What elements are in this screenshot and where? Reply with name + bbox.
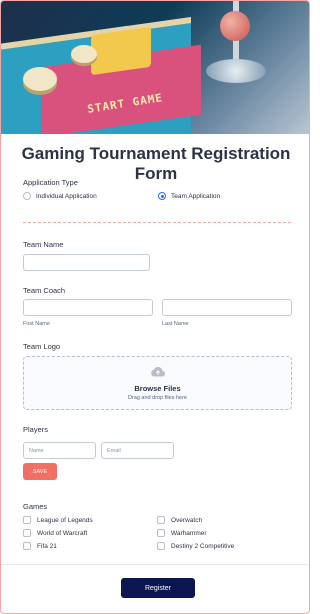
checkbox[interactable] — [23, 529, 31, 537]
coach-last-name-input[interactable] — [162, 299, 292, 316]
save-button[interactable]: SAVE — [23, 463, 57, 480]
checkbox-label: Warhammer — [171, 529, 207, 537]
radio-label: Team Application — [171, 192, 221, 200]
first-name-sublabel: First Name — [23, 321, 50, 327]
checkbox-label: Overwatch — [171, 516, 203, 524]
checkbox[interactable] — [23, 542, 31, 550]
checkbox[interactable] — [157, 542, 165, 550]
section-divider — [23, 222, 291, 223]
checkbox-warhammer[interactable]: Warhammer — [157, 529, 207, 537]
header-image: START GAME — [1, 1, 309, 134]
joystick-base — [206, 59, 266, 83]
radio-label: Individual Application — [36, 192, 97, 200]
checkbox-world-of-warcraft[interactable]: World of Warcraft — [23, 529, 87, 537]
checkbox-league-of-legends[interactable]: League of Legends — [23, 516, 93, 524]
application-type-label: Application Type — [23, 178, 78, 187]
player-name-input[interactable]: Name — [23, 442, 96, 459]
coach-first-name-input[interactable] — [23, 299, 153, 316]
player-email-input[interactable]: Email — [101, 442, 174, 459]
checkbox[interactable] — [157, 529, 165, 537]
checkbox-destiny-2-competitive[interactable]: Destiny 2 Competitive — [157, 542, 234, 550]
team-name-label: Team Name — [23, 240, 64, 249]
team-logo-label: Team Logo — [23, 342, 61, 351]
checkbox-label: Destiny 2 Competitive — [171, 542, 235, 550]
checkbox-label: World of Warcraft — [37, 529, 88, 537]
checkbox-label: Fifa 21 — [37, 542, 57, 550]
form-frame: START GAME Gaming Tournament Registratio… — [0, 0, 310, 614]
radio-circle-selected[interactable] — [158, 192, 166, 200]
radio-circle[interactable] — [23, 192, 31, 200]
register-button[interactable]: Register — [121, 578, 195, 598]
joystick-ball — [220, 11, 250, 41]
games-label: Games — [23, 502, 48, 511]
checkbox-label: League of Legends — [37, 516, 93, 524]
checkbox-fifa-21[interactable]: Fifa 21 — [23, 542, 57, 550]
cloud-upload-icon — [151, 366, 165, 377]
checkbox-overwatch[interactable]: Overwatch — [157, 516, 202, 524]
arcade-button — [23, 67, 57, 91]
last-name-sublabel: Last Name — [162, 321, 189, 327]
footer-divider — [1, 564, 309, 565]
drag-drop-hint: Drag and drop files here — [127, 395, 187, 401]
team-name-input[interactable] — [23, 254, 150, 271]
browse-files-button[interactable]: Browse Files — [24, 384, 291, 393]
arcade-panel-yellow — [91, 26, 151, 76]
arcade-button — [71, 45, 97, 63]
radio-team-application[interactable]: Team Application — [158, 192, 220, 200]
file-upload-area[interactable]: Browse Files Drag and drop files here — [23, 356, 292, 410]
radio-individual-application[interactable]: Individual Application — [23, 192, 97, 200]
players-label: Players — [23, 425, 49, 434]
checkbox[interactable] — [23, 516, 31, 524]
team-coach-label: Team Coach — [23, 286, 66, 295]
checkbox[interactable] — [157, 516, 165, 524]
